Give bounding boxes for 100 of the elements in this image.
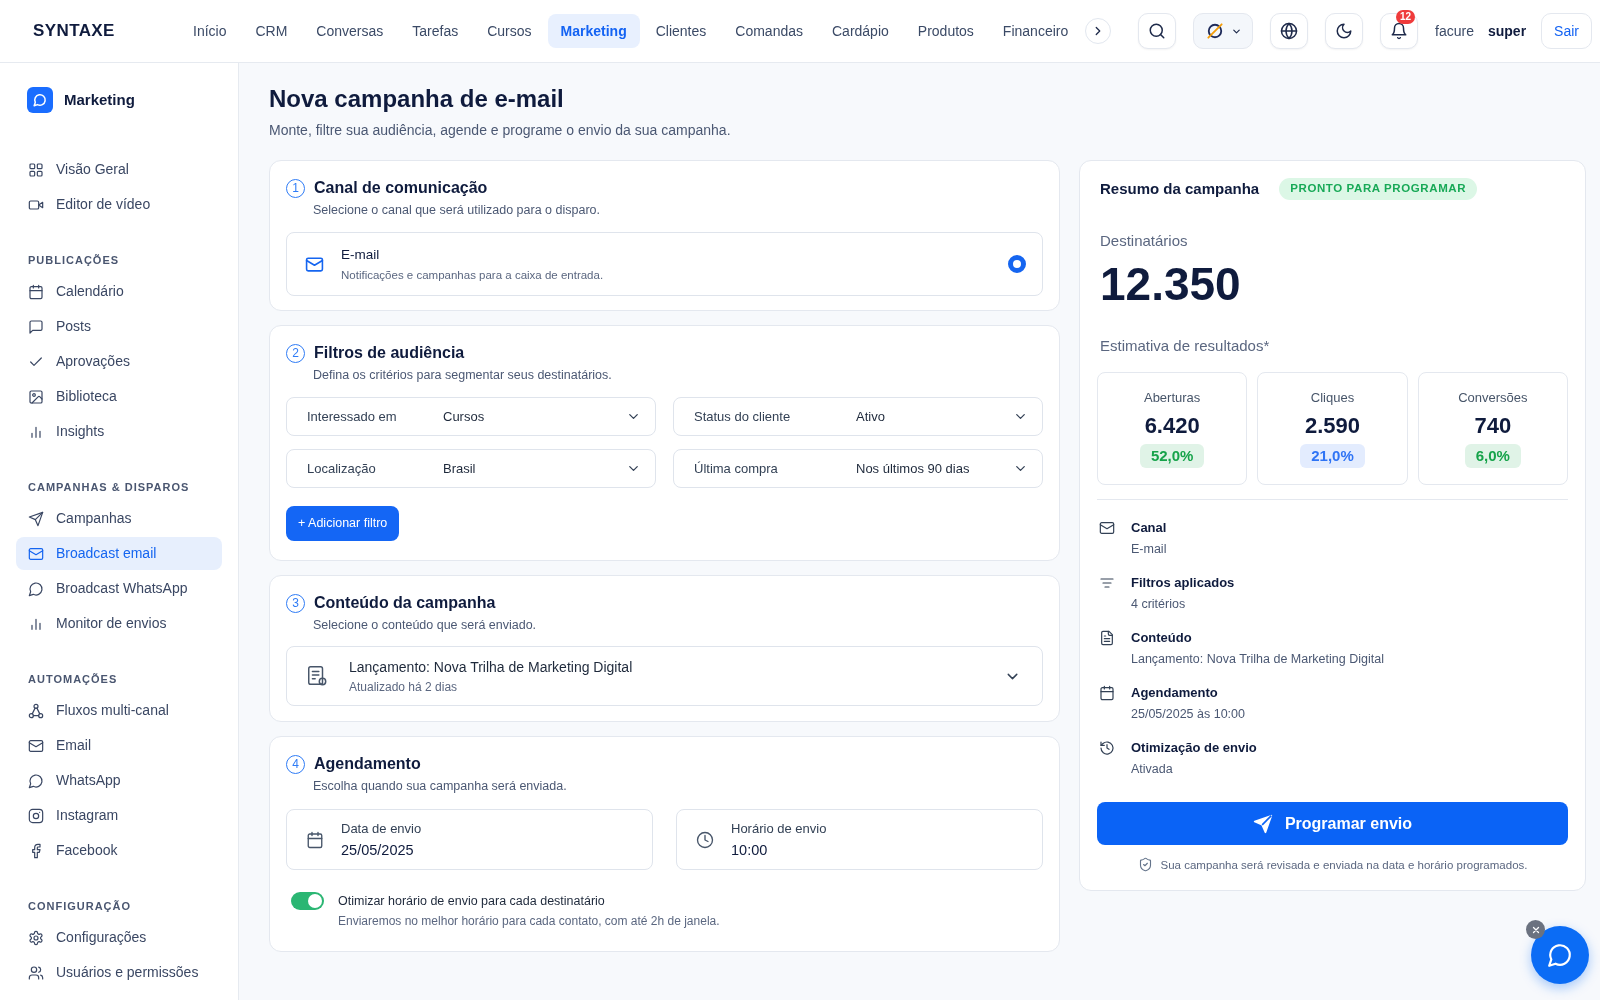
calendar-icon [28, 283, 44, 300]
nav-tab[interactable]: Produtos [904, 14, 987, 48]
workspace-dropdown[interactable] [1193, 13, 1254, 49]
section-heading: CAMPANHAS & DISPAROS [27, 480, 191, 494]
step-title: Filtros de audiência [314, 343, 465, 363]
note-text: Sua campanha será revisada e enviada na data e horário programados. [1160, 857, 1528, 872]
metric-label: Cliques [1310, 389, 1355, 407]
helper-text: Enviaremos no melhor horário para cada contato, com até 2h de janela. [338, 913, 720, 929]
settings-icon [28, 929, 44, 946]
sidebar-item[interactable]: Facebook [16, 834, 222, 867]
user-name: facure [1435, 21, 1474, 41]
detail-value: Lançamento: Nova Trilha de Marketing Digital [1131, 651, 1384, 668]
date-field[interactable]: Data de envio 25/05/2025 [286, 809, 653, 870]
content-dropdown[interactable]: Lançamento: Nova Trilha de Marketing Digital Atualizado há 2 dias [286, 646, 1043, 706]
metric-value: 6.420 [1144, 413, 1200, 439]
nav-tab[interactable]: Cardápio [819, 14, 902, 48]
sidebar-item[interactable]: Editor de vídeo [16, 188, 222, 221]
sidebar-item[interactable]: Broadcast email [16, 537, 222, 570]
sidebar-item[interactable]: Monitor de envios [16, 607, 222, 640]
grid-icon [28, 161, 44, 178]
status-badge: PRONTO PARA PROGRAMAR [1279, 178, 1478, 200]
sidebar-item[interactable]: Email [16, 729, 222, 762]
clock-arrow-icon [1099, 740, 1115, 756]
mail-icon [28, 737, 44, 754]
chat-bubble-icon [1547, 942, 1573, 968]
section-heading: CONFIGURAÇÃO [27, 899, 133, 913]
filter-dropdown[interactable]: Interessado em Cursos [286, 397, 656, 436]
chat-bubble-icon [28, 580, 44, 597]
metric-value: 740 [1474, 413, 1512, 439]
nav-tab[interactable]: Comandas [722, 14, 816, 48]
chat-button[interactable] [1531, 926, 1589, 984]
sidebar-item[interactable]: Instagram [16, 799, 222, 832]
calendar-icon [1099, 685, 1115, 701]
filter-lines-icon [1099, 575, 1115, 591]
section-heading: PUBLICAÇÕES [27, 253, 121, 267]
panel-title: Resumo da campanha [1100, 178, 1260, 199]
sidebar-item[interactable]: Visão Geral [16, 153, 222, 186]
channel-option[interactable]: E-mail Notificações e campanhas para a caixa de entrada. [286, 232, 1043, 296]
search-button[interactable] [1138, 13, 1177, 49]
filter-dropdown[interactable]: Localização Brasil [286, 449, 656, 488]
toggle-switch[interactable] [291, 892, 324, 910]
rate-badge: 52,0% [1139, 444, 1205, 468]
sidebar-item[interactable]: Aprovações [16, 345, 222, 378]
radio-button[interactable] [1008, 255, 1026, 273]
globe-icon [1280, 22, 1299, 40]
step-description: Escolha quando sua campanha será enviada. [313, 778, 568, 794]
sidebar-item[interactable]: Posts [16, 310, 222, 343]
theme-button[interactable] [1325, 13, 1364, 49]
mail-icon [1099, 520, 1115, 536]
sidebar-item[interactable]: Campanhas [16, 502, 222, 535]
metric-label: Conversões [1458, 389, 1528, 407]
detail-label: Agendamento [1131, 684, 1219, 702]
step-description: Selecione o conteúdo que será enviado. [313, 617, 538, 633]
nav-tab[interactable]: Clientes [642, 14, 720, 48]
estimate-label: Estimativa de resultados* [1099, 336, 1271, 356]
logo-text: SYNTAXE [33, 21, 115, 41]
document-icon [1099, 630, 1115, 646]
schedule-send-button[interactable]: Programar envio [1097, 802, 1568, 845]
nav-tab[interactable]: Marketing [547, 14, 640, 48]
sidebar-item[interactable]: Usuários e permissões [16, 956, 222, 989]
paper-plane-icon [1252, 813, 1273, 834]
step-description: Selecione o canal que será utilizado para o disparo. [313, 202, 601, 218]
image-icon [28, 388, 44, 405]
logout-button[interactable]: Sair [1541, 13, 1592, 49]
nav-tab[interactable]: Financeiro [989, 14, 1082, 48]
nav-tab[interactable]: Tarefas [399, 14, 472, 48]
recipients-label: Destinatários [1099, 231, 1189, 251]
detail-value: 4 critérios [1131, 596, 1187, 613]
sidebar-item[interactable]: Calendário [16, 275, 222, 308]
sidebar-title: Marketing [64, 89, 135, 110]
step-title: Conteúdo da campanha [314, 593, 496, 613]
sidebar-item[interactable]: WhatsApp [16, 764, 222, 797]
filter-dropdown[interactable]: Status do cliente Ativo [673, 397, 1043, 436]
chat-bubble-icon [28, 772, 44, 789]
page-title: Nova campanha de e-mail [269, 85, 565, 113]
add-filter-button[interactable]: + Adicionar filtro [286, 506, 400, 541]
sidebar-item[interactable]: Broadcast WhatsApp [16, 572, 222, 605]
sidebar-item[interactable]: Fluxos multi-canal [16, 694, 222, 727]
notifications-button[interactable] [1380, 13, 1419, 49]
nav-tab[interactable]: Cursos [474, 14, 545, 48]
sidebar-item[interactable]: Biblioteca [16, 380, 222, 413]
sidebar-item[interactable]: Configurações [16, 921, 222, 954]
nav-tab[interactable]: CRM [242, 14, 301, 48]
nav-tab[interactable]: Início [180, 14, 240, 48]
close-button[interactable] [1526, 920, 1545, 939]
nav-tab[interactable]: Conversas [303, 14, 397, 48]
paper-plane-icon [28, 510, 44, 527]
sidebar-item[interactable]: Insights [16, 415, 222, 448]
rate-badge: 21,0% [1300, 444, 1365, 468]
time-field[interactable]: Horário de envio 10:00 [676, 809, 1043, 870]
search-icon [1148, 22, 1167, 40]
notification-count: 12 [1396, 10, 1416, 24]
user-role: super [1487, 21, 1527, 41]
mail-icon [305, 254, 324, 274]
filter-dropdown[interactable]: Última compra Nos últimos 90 dias [673, 449, 1043, 488]
mail-icon [28, 545, 44, 562]
metric-value: 2.590 [1304, 413, 1360, 439]
close-icon [1530, 924, 1541, 935]
language-button[interactable] [1270, 13, 1309, 49]
slashed-circle-icon [1204, 21, 1225, 41]
